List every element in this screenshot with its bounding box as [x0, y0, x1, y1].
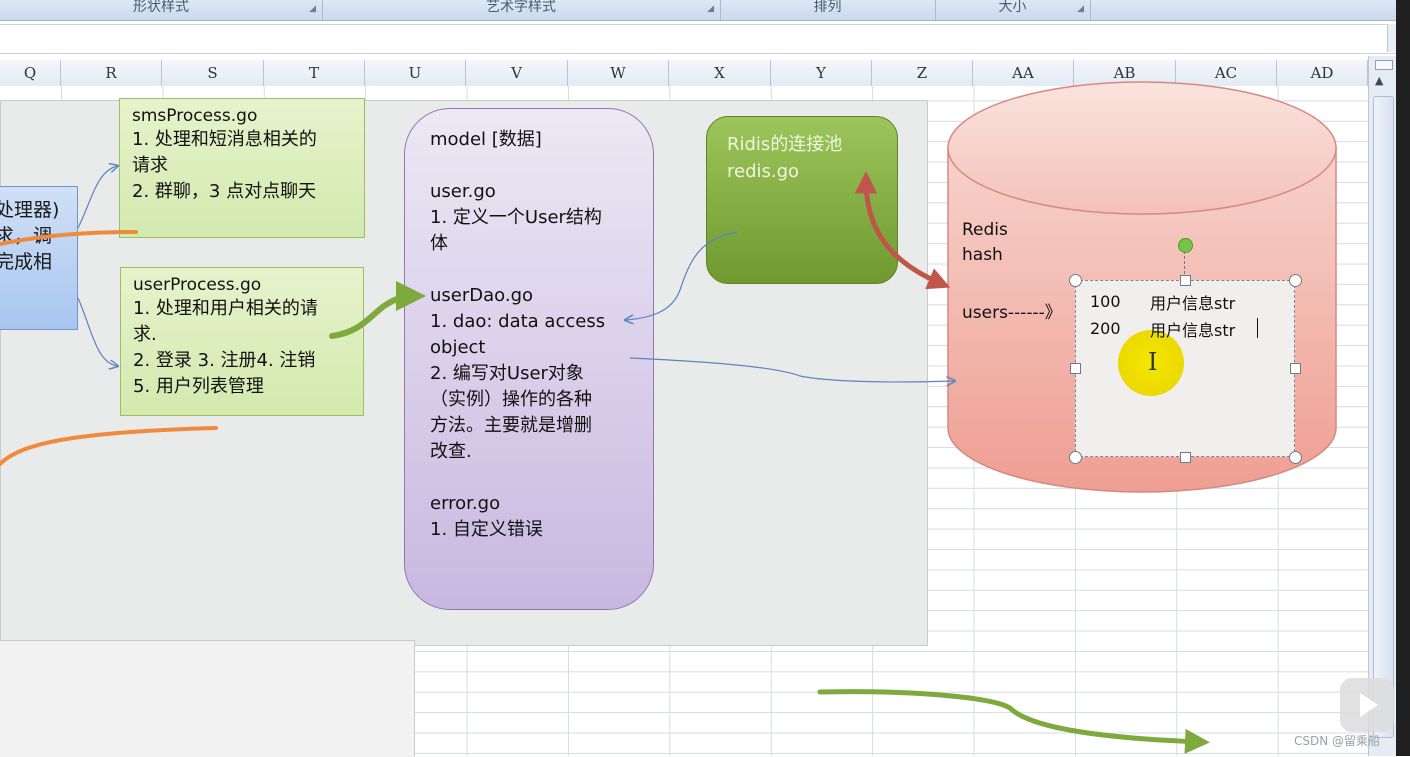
- orange-stroke: [0, 230, 138, 246]
- connector-sms: [77, 166, 117, 229]
- green-arrow: [817, 689, 1210, 754]
- connector-layer: [0, 0, 1210, 754]
- play-icon[interactable]: [1340, 678, 1394, 732]
- connector-user: [77, 297, 117, 366]
- green-arrow: [329, 281, 426, 339]
- red-double-arrow: [854, 171, 951, 290]
- orange-stroke: [0, 426, 218, 466]
- connector-redis: [629, 357, 954, 382]
- watermark: CSDN @留乘船: [1294, 734, 1381, 748]
- connector-pool: [626, 231, 739, 320]
